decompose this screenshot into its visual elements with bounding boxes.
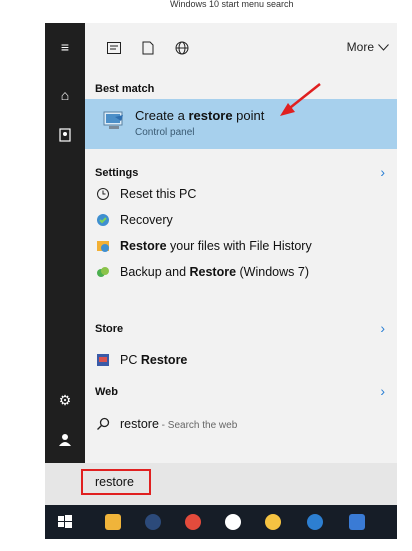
annotation-arrow (280, 83, 321, 116)
